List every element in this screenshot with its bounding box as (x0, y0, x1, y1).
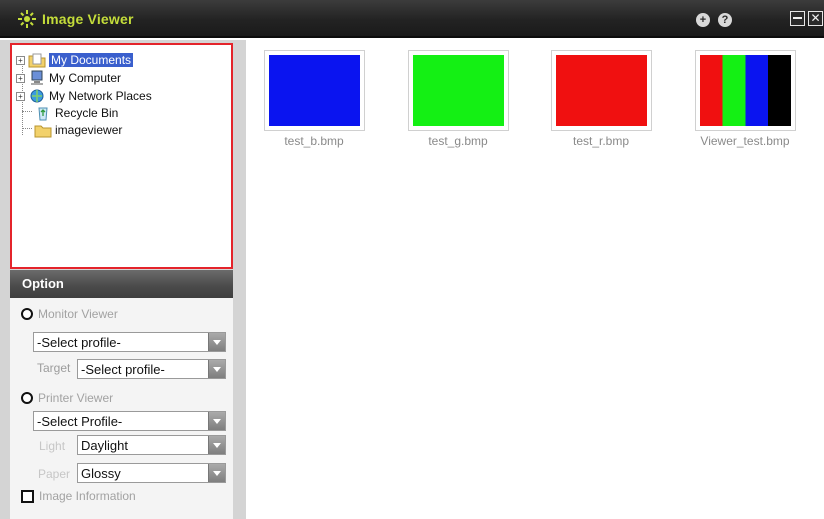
printer-viewer-radio[interactable]: Printer Viewer (21, 391, 113, 405)
tree-item-label: imageviewer (55, 123, 123, 137)
dropdown-button[interactable] (208, 333, 225, 351)
chevron-down-icon (213, 442, 221, 448)
chevron-down-icon (213, 470, 221, 476)
tree-item-recycle-bin[interactable]: Recycle Bin (34, 105, 118, 121)
radio-icon (21, 392, 33, 404)
dropdown-button[interactable] (208, 436, 225, 454)
minimize-button[interactable] (790, 11, 805, 26)
expand-icon[interactable]: + (16, 55, 25, 65)
tree-item-my-network-places[interactable]: + My Network Places (16, 88, 152, 104)
help-icon[interactable]: ? (718, 13, 732, 27)
thumbnail-test-b[interactable] (264, 50, 365, 131)
tree-item-my-computer[interactable]: + My Computer (16, 70, 121, 86)
thumbnail-image (413, 55, 504, 126)
tree-item-label: My Computer (49, 71, 122, 85)
add-icon[interactable]: + (696, 13, 710, 27)
image-information-label: Image Information (39, 489, 136, 503)
dropdown-button[interactable] (208, 412, 225, 430)
image-information-checkbox[interactable]: Image Information (21, 489, 136, 503)
chevron-down-icon (213, 418, 221, 424)
checkbox-icon (21, 489, 34, 503)
computer-icon (31, 70, 43, 85)
dropdown-button[interactable] (208, 464, 225, 482)
option-header: Option (10, 270, 233, 298)
monitor-viewer-radio[interactable]: Monitor Viewer (21, 307, 118, 321)
select-value: -Select profile- (81, 361, 165, 377)
documents-folder-icon (28, 53, 46, 68)
thumbnail-test-g[interactable] (408, 50, 509, 131)
app-logo-icon (18, 10, 36, 28)
thumbnail-image (269, 55, 360, 126)
window-title: Image Viewer (42, 11, 134, 27)
thumbnail-viewer-test[interactable] (695, 50, 796, 131)
monitor-profile-select[interactable]: -Select profile- (33, 332, 226, 352)
tree-item-label: My Documents (49, 53, 134, 67)
printer-viewer-label: Printer Viewer (38, 391, 114, 405)
expand-icon[interactable]: + (16, 91, 25, 101)
thumbnail-caption[interactable]: test_r.bmp (541, 134, 661, 148)
thumbnail-area[interactable]: test_b.bmp test_g.bmp test_r.bmp Viewer_… (246, 40, 824, 519)
tree-item-label: Recycle Bin (55, 106, 119, 120)
close-button[interactable]: ✕ (808, 11, 823, 26)
tree-item-my-documents[interactable]: + My Documents (16, 52, 134, 68)
light-label: Light (39, 439, 66, 453)
thumbnail-caption[interactable]: test_b.bmp (254, 134, 374, 148)
dropdown-button[interactable] (208, 360, 225, 378)
tree-item-label: My Network Places (49, 89, 152, 103)
select-value: -Select Profile- (37, 413, 123, 429)
tree-connector (22, 128, 32, 129)
minimize-icon (793, 17, 802, 19)
select-value: Daylight (81, 437, 128, 453)
target-profile-select[interactable]: -Select profile- (77, 359, 226, 379)
select-value: Glossy (81, 465, 121, 481)
light-select[interactable]: Daylight (77, 435, 226, 455)
printer-profile-select[interactable]: -Select Profile- (33, 411, 226, 431)
tree-connector (22, 111, 32, 112)
expand-icon[interactable]: + (16, 73, 25, 83)
thumbnail-caption[interactable]: test_g.bmp (398, 134, 518, 148)
option-panel: Monitor Viewer -Select profile- Target -… (10, 298, 233, 519)
select-value: -Select profile- (37, 334, 121, 350)
network-places-icon (30, 89, 44, 103)
monitor-viewer-label: Monitor Viewer (38, 307, 118, 321)
thumbnail-image (556, 55, 647, 126)
chevron-down-icon (213, 339, 221, 345)
paper-select[interactable]: Glossy (77, 463, 226, 483)
title-bar: Image Viewer + ? ✕ (0, 0, 824, 38)
thumbnail-test-r[interactable] (551, 50, 652, 131)
thumbnail-image (700, 55, 791, 126)
thumbnail-caption[interactable]: Viewer_test.bmp (685, 134, 805, 148)
paper-label: Paper (38, 467, 71, 481)
radio-icon (21, 308, 33, 320)
recycle-bin-icon (38, 107, 48, 121)
folder-icon (34, 125, 52, 138)
left-panel: + My Documents + My Computer + My Networ… (0, 40, 246, 519)
tree-item-imageviewer[interactable]: imageviewer (34, 122, 122, 138)
target-label: Target (37, 361, 71, 375)
folder-tree[interactable]: + My Documents + My Computer + My Networ… (10, 43, 233, 269)
chevron-down-icon (213, 366, 221, 372)
